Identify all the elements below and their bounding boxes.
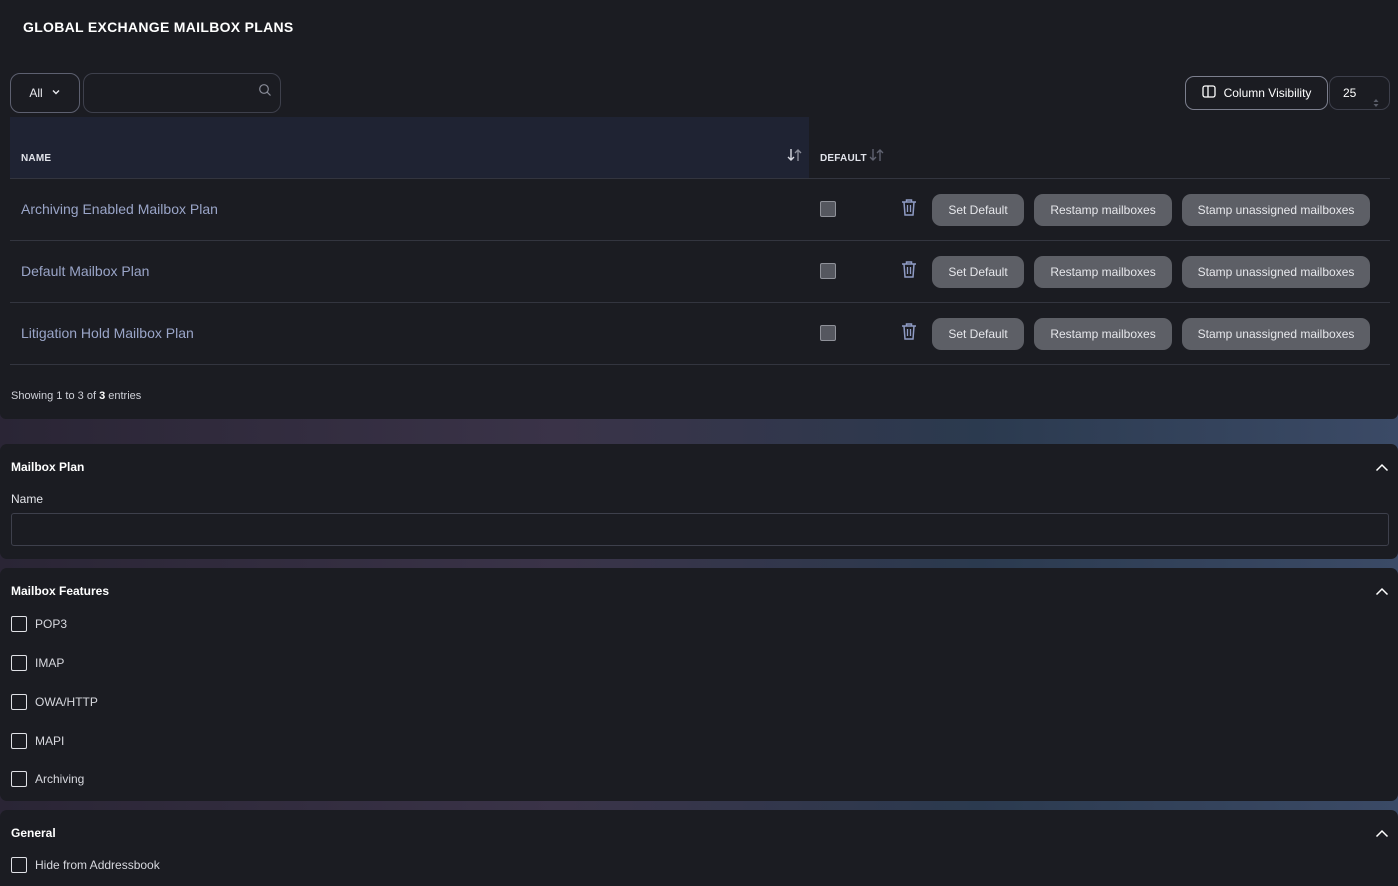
name-label: Name	[11, 492, 44, 506]
name-header-label: NAME	[21, 153, 52, 164]
table-info: Showing 1 to 3 of 3 entries	[11, 390, 141, 402]
owa-http-option[interactable]: OWA/HTTP	[11, 694, 98, 710]
general-card: General Hide from Addressbook	[0, 810, 1398, 886]
archiving-checkbox[interactable]	[11, 771, 27, 787]
plan-name-link[interactable]: Default Mailbox Plan	[21, 263, 149, 279]
default-checkbox[interactable]	[820, 325, 836, 341]
mapi-option[interactable]: MAPI	[11, 733, 64, 749]
columns-icon	[1201, 85, 1216, 101]
imap-checkbox[interactable]	[11, 655, 27, 671]
mailbox-features-card: Mailbox Features POP3 IMAP OWA/HTTP MAPI…	[0, 568, 1398, 801]
checkbox-label: IMAP	[35, 656, 65, 670]
mapi-checkbox[interactable]	[11, 733, 27, 749]
card-title: Mailbox Plan	[11, 460, 85, 474]
stamp-unassigned-mailboxes-button[interactable]: Stamp unassigned mailboxes	[1182, 194, 1370, 226]
sort-icon[interactable]	[869, 148, 885, 167]
trash-icon[interactable]	[901, 198, 917, 221]
plan-name-link[interactable]: Archiving Enabled Mailbox Plan	[21, 201, 218, 217]
checkbox-label: OWA/HTTP	[35, 695, 98, 709]
chevron-up-icon[interactable]	[1375, 584, 1389, 602]
mailbox-plan-card: Mailbox Plan Name	[0, 444, 1398, 559]
archiving-option[interactable]: Archiving	[11, 771, 84, 787]
set-default-button[interactable]: Set Default	[932, 256, 1024, 288]
search-input[interactable]	[83, 73, 281, 113]
sort-icon[interactable]	[787, 148, 803, 167]
restamp-mailboxes-button[interactable]: Restamp mailboxes	[1034, 256, 1172, 288]
chevron-up-icon[interactable]	[1375, 460, 1389, 478]
trash-icon[interactable]	[901, 260, 917, 283]
column-visibility-button[interactable]: Column Visibility	[1185, 76, 1328, 110]
default-checkbox[interactable]	[820, 263, 836, 279]
hide-from-addressbook-option[interactable]: Hide from Addressbook	[11, 857, 160, 873]
checkbox-label: MAPI	[35, 734, 65, 748]
restamp-mailboxes-button[interactable]: Restamp mailboxes	[1034, 318, 1172, 350]
set-default-button[interactable]: Set Default	[932, 318, 1024, 350]
trash-icon[interactable]	[901, 322, 917, 345]
plan-name-input[interactable]	[11, 513, 1389, 546]
stamp-unassigned-mailboxes-button[interactable]: Stamp unassigned mailboxes	[1182, 318, 1370, 350]
table-row: Litigation Hold Mailbox Plan Set Default…	[10, 302, 1390, 364]
table-row: Default Mailbox Plan Set Default Restamp…	[10, 240, 1390, 302]
filter-select[interactable]: All	[10, 73, 80, 113]
card-title: Mailbox Features	[11, 584, 110, 598]
imap-option[interactable]: IMAP	[11, 655, 64, 671]
chevron-up-icon[interactable]	[1375, 826, 1389, 844]
set-default-button[interactable]: Set Default	[932, 194, 1024, 226]
table-info-suffix: entries	[105, 390, 142, 402]
owa-http-checkbox[interactable]	[11, 694, 27, 710]
card-title: General	[11, 826, 56, 840]
checkbox-label: POP3	[35, 617, 68, 631]
restamp-mailboxes-button[interactable]: Restamp mailboxes	[1034, 194, 1172, 226]
page-size-select[interactable]: 25	[1329, 76, 1390, 110]
default-checkbox[interactable]	[820, 201, 836, 217]
plans-table-panel: GLOBAL EXCHANGE MAILBOX PLANS All Column…	[0, 0, 1398, 419]
page-size-value: 25	[1343, 86, 1357, 100]
search-icon	[258, 83, 272, 102]
pop3-option[interactable]: POP3	[11, 616, 67, 632]
stamp-unassigned-mailboxes-button[interactable]: Stamp unassigned mailboxes	[1182, 256, 1370, 288]
checkbox-label: Hide from Addressbook	[35, 858, 160, 872]
spinner-arrows-icon	[1373, 88, 1379, 120]
table-bottom-divider	[10, 364, 1390, 365]
name-column-header[interactable]: NAME	[10, 117, 809, 178]
plan-name-link[interactable]: Litigation Hold Mailbox Plan	[21, 325, 194, 341]
page-title: GLOBAL EXCHANGE MAILBOX PLANS	[23, 19, 294, 35]
table-row: Archiving Enabled Mailbox Plan Set Defau…	[10, 178, 1390, 240]
filter-select-value: All	[29, 86, 43, 100]
checkbox-label: Archiving	[35, 772, 85, 786]
pop3-checkbox[interactable]	[11, 616, 27, 632]
column-visibility-label: Column Visibility	[1223, 86, 1312, 100]
default-header-label[interactable]: DEFAULT	[820, 153, 867, 164]
chevron-down-icon	[51, 86, 61, 100]
table-info-prefix: Showing 1 to 3 of	[11, 390, 100, 402]
hide-from-addressbook-checkbox[interactable]	[11, 857, 27, 873]
